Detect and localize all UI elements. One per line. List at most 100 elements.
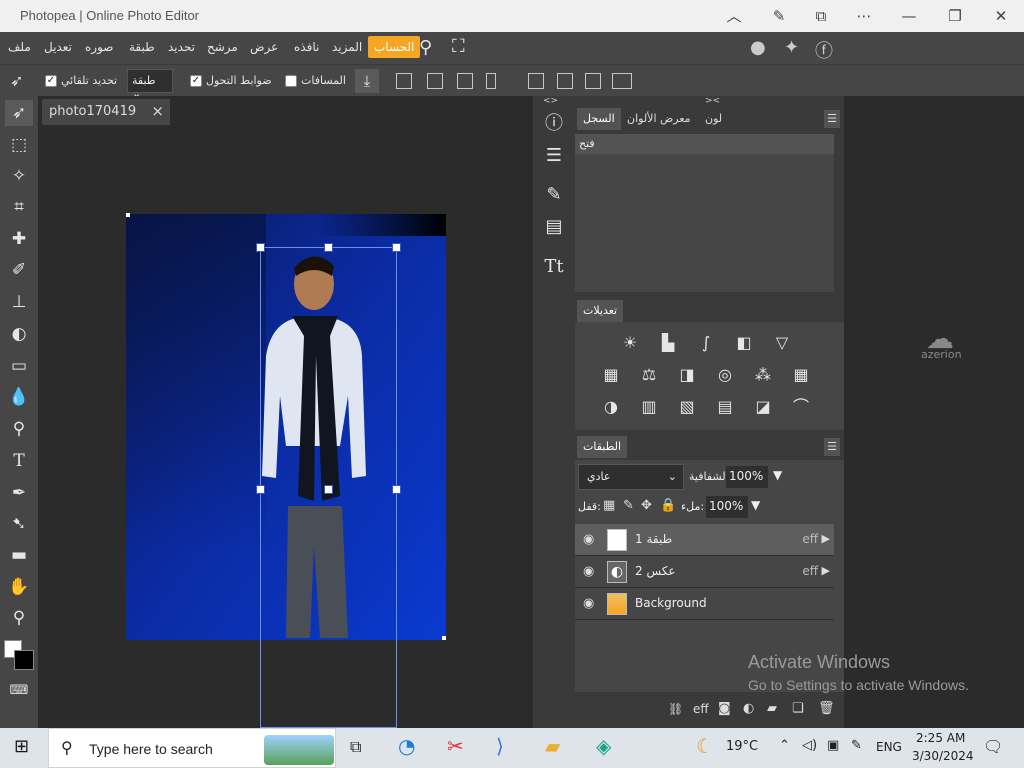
blend-mode-select[interactable]: عادي ⌄ bbox=[578, 464, 684, 490]
menu-select[interactable]: تحديد bbox=[168, 40, 195, 54]
vscode-icon[interactable]: ⟩ bbox=[496, 734, 504, 758]
invert-icon[interactable]: ◑ bbox=[600, 396, 622, 418]
adjustment-layer-icon[interactable]: ◐ bbox=[743, 701, 754, 716]
language-indicator[interactable]: ENG bbox=[876, 740, 902, 754]
eye-icon[interactable]: ◉ bbox=[583, 596, 594, 611]
twitter-icon[interactable]: ✦ bbox=[784, 37, 799, 58]
align-middle-icon[interactable] bbox=[557, 73, 573, 89]
distances-checkbox[interactable] bbox=[285, 75, 297, 87]
replace-color-icon[interactable]: ⌒ bbox=[790, 396, 812, 418]
eye-icon[interactable]: ◉ bbox=[583, 532, 594, 547]
align-top-icon[interactable] bbox=[528, 73, 544, 89]
curves-icon[interactable]: ∫ bbox=[695, 332, 717, 354]
posterize-icon[interactable]: ▥ bbox=[638, 396, 660, 418]
layer-effects[interactable]: eff bbox=[802, 532, 818, 546]
keyboard-icon[interactable]: ⌨ bbox=[5, 678, 33, 704]
layer-effects[interactable]: eff bbox=[802, 564, 818, 578]
menu-filter[interactable]: مرشح bbox=[207, 40, 238, 54]
menu-more[interactable]: المزيد bbox=[332, 40, 362, 54]
edit-icon[interactable]: ✎ bbox=[768, 6, 790, 26]
tab-swatches[interactable]: معرض الألوان bbox=[627, 112, 691, 125]
eye-icon[interactable]: ◉ bbox=[583, 564, 594, 579]
download-icon[interactable]: ⤓ bbox=[355, 69, 379, 93]
gradient-map-icon[interactable]: ▤ bbox=[714, 396, 736, 418]
align-left-icon[interactable] bbox=[396, 73, 412, 89]
close-window-icon[interactable]: ✕ bbox=[990, 6, 1012, 26]
type-tool-icon[interactable]: T bbox=[5, 448, 33, 474]
photo-filter-icon[interactable]: ◎ bbox=[714, 364, 736, 386]
exposure-icon[interactable]: ◧ bbox=[733, 332, 755, 354]
threshold-icon[interactable]: ▧ bbox=[676, 396, 698, 418]
notifications-icon[interactable]: 🗨 bbox=[983, 737, 1003, 756]
menu-image[interactable]: صوره bbox=[85, 40, 113, 54]
transform-handle[interactable] bbox=[256, 485, 265, 494]
healing-tool-icon[interactable]: ✚ bbox=[5, 226, 33, 252]
align-right-icon[interactable] bbox=[457, 73, 473, 89]
menu-window[interactable]: نافذه bbox=[294, 40, 319, 54]
align-center-icon[interactable] bbox=[427, 73, 443, 89]
distribute-h-icon[interactable] bbox=[486, 73, 496, 89]
marquee-tool-icon[interactable]: ⬚ bbox=[5, 132, 33, 158]
history-item[interactable]: فتح bbox=[575, 134, 834, 154]
fullscreen-icon[interactable]: ⛶ bbox=[452, 36, 465, 57]
transform-handle[interactable] bbox=[324, 243, 333, 252]
menu-view[interactable]: عرض bbox=[250, 40, 278, 54]
stamp-tool-icon[interactable]: ⊥ bbox=[5, 289, 33, 315]
lock-all-icon[interactable]: 🔒 bbox=[660, 498, 676, 513]
align-bottom-icon[interactable] bbox=[585, 73, 601, 89]
menu-file[interactable]: ملف bbox=[8, 40, 31, 54]
close-document-icon[interactable]: × bbox=[151, 102, 164, 120]
path-select-icon[interactable]: ➷ bbox=[5, 511, 33, 537]
reddit-icon[interactable]: ● bbox=[750, 37, 766, 58]
crop-tool-icon[interactable]: ⌗ bbox=[5, 194, 33, 220]
minimize-icon[interactable]: — bbox=[898, 6, 920, 26]
rectangle-tool-icon[interactable]: ▬ bbox=[5, 542, 33, 568]
menu-layer[interactable]: طبقة bbox=[129, 40, 155, 54]
layer-row[interactable]: ◉ طبقة 1 eff ▶ bbox=[575, 524, 834, 556]
brush-settings-icon[interactable]: ✎ bbox=[537, 180, 571, 210]
brightness-icon[interactable]: ☀ bbox=[619, 332, 641, 354]
vibrance-icon[interactable]: ▽ bbox=[771, 332, 793, 354]
transform-handle[interactable] bbox=[256, 243, 265, 252]
chevron-up-icon[interactable]: ︿ bbox=[723, 6, 745, 26]
eraser-tool-icon[interactable]: ◐ bbox=[5, 321, 33, 347]
auto-select-dropdown[interactable]: طبقة ⌄ bbox=[127, 69, 173, 100]
layer-row[interactable]: ◉ Background bbox=[575, 588, 834, 620]
clock-time[interactable]: 2:25 AM bbox=[916, 731, 965, 745]
edge-icon[interactable]: ◔ bbox=[398, 734, 415, 758]
black-white-icon[interactable]: ◨ bbox=[676, 364, 698, 386]
maximize-icon[interactable]: ❐ bbox=[944, 6, 966, 26]
facebook-icon[interactable]: ⓕ bbox=[815, 37, 833, 63]
fill-dropdown-icon[interactable]: ▼ bbox=[751, 498, 760, 512]
dodge-tool-icon[interactable]: ⚲ bbox=[5, 416, 33, 442]
windows-start-icon[interactable]: ⊞ bbox=[14, 736, 29, 757]
snip-icon[interactable]: ✂ bbox=[447, 734, 464, 758]
zoom-tool-icon[interactable]: ⚲ bbox=[5, 605, 33, 631]
selective-color-icon[interactable]: ◪ bbox=[752, 396, 774, 418]
levels-icon[interactable]: ▙ bbox=[657, 332, 679, 354]
layer-effects-button[interactable]: eff bbox=[693, 702, 709, 716]
clock-date[interactable]: 3/30/2024 bbox=[912, 749, 974, 763]
blur-tool-icon[interactable]: 💧 bbox=[5, 384, 33, 410]
link-layers-icon[interactable]: ⛓ bbox=[668, 702, 683, 716]
volume-icon[interactable]: ◁) bbox=[802, 738, 817, 753]
lock-pixels-icon[interactable]: ✎ bbox=[623, 498, 634, 513]
folder-icon[interactable]: ▰ bbox=[767, 701, 777, 716]
transform-handle[interactable] bbox=[392, 485, 401, 494]
collapse-left-icon[interactable]: <> bbox=[543, 96, 558, 106]
mask-icon[interactable]: ◙ bbox=[718, 701, 731, 716]
weather-temperature[interactable]: 19°C bbox=[726, 739, 758, 754]
photopea-taskbar-icon[interactable]: ◈ bbox=[596, 734, 611, 758]
tray-chevron-icon[interactable]: ⌃ bbox=[779, 738, 790, 753]
opacity-input[interactable]: 100% bbox=[726, 466, 768, 488]
cast-icon[interactable]: ⧉ bbox=[810, 6, 832, 26]
account-button[interactable]: الحساب bbox=[368, 36, 421, 58]
color-balance-icon[interactable]: ⚖ bbox=[638, 364, 660, 386]
background-color-swatch[interactable] bbox=[14, 650, 34, 670]
pen-tool-icon[interactable]: ✒ bbox=[5, 480, 33, 506]
tab-color[interactable]: لون bbox=[705, 112, 722, 125]
brush-tool-icon[interactable]: ✐ bbox=[5, 257, 33, 283]
lock-transparency-icon[interactable]: ▦ bbox=[603, 498, 615, 513]
opacity-dropdown-icon[interactable]: ▼ bbox=[773, 468, 782, 482]
history-menu-icon[interactable]: ☰ bbox=[824, 110, 840, 128]
